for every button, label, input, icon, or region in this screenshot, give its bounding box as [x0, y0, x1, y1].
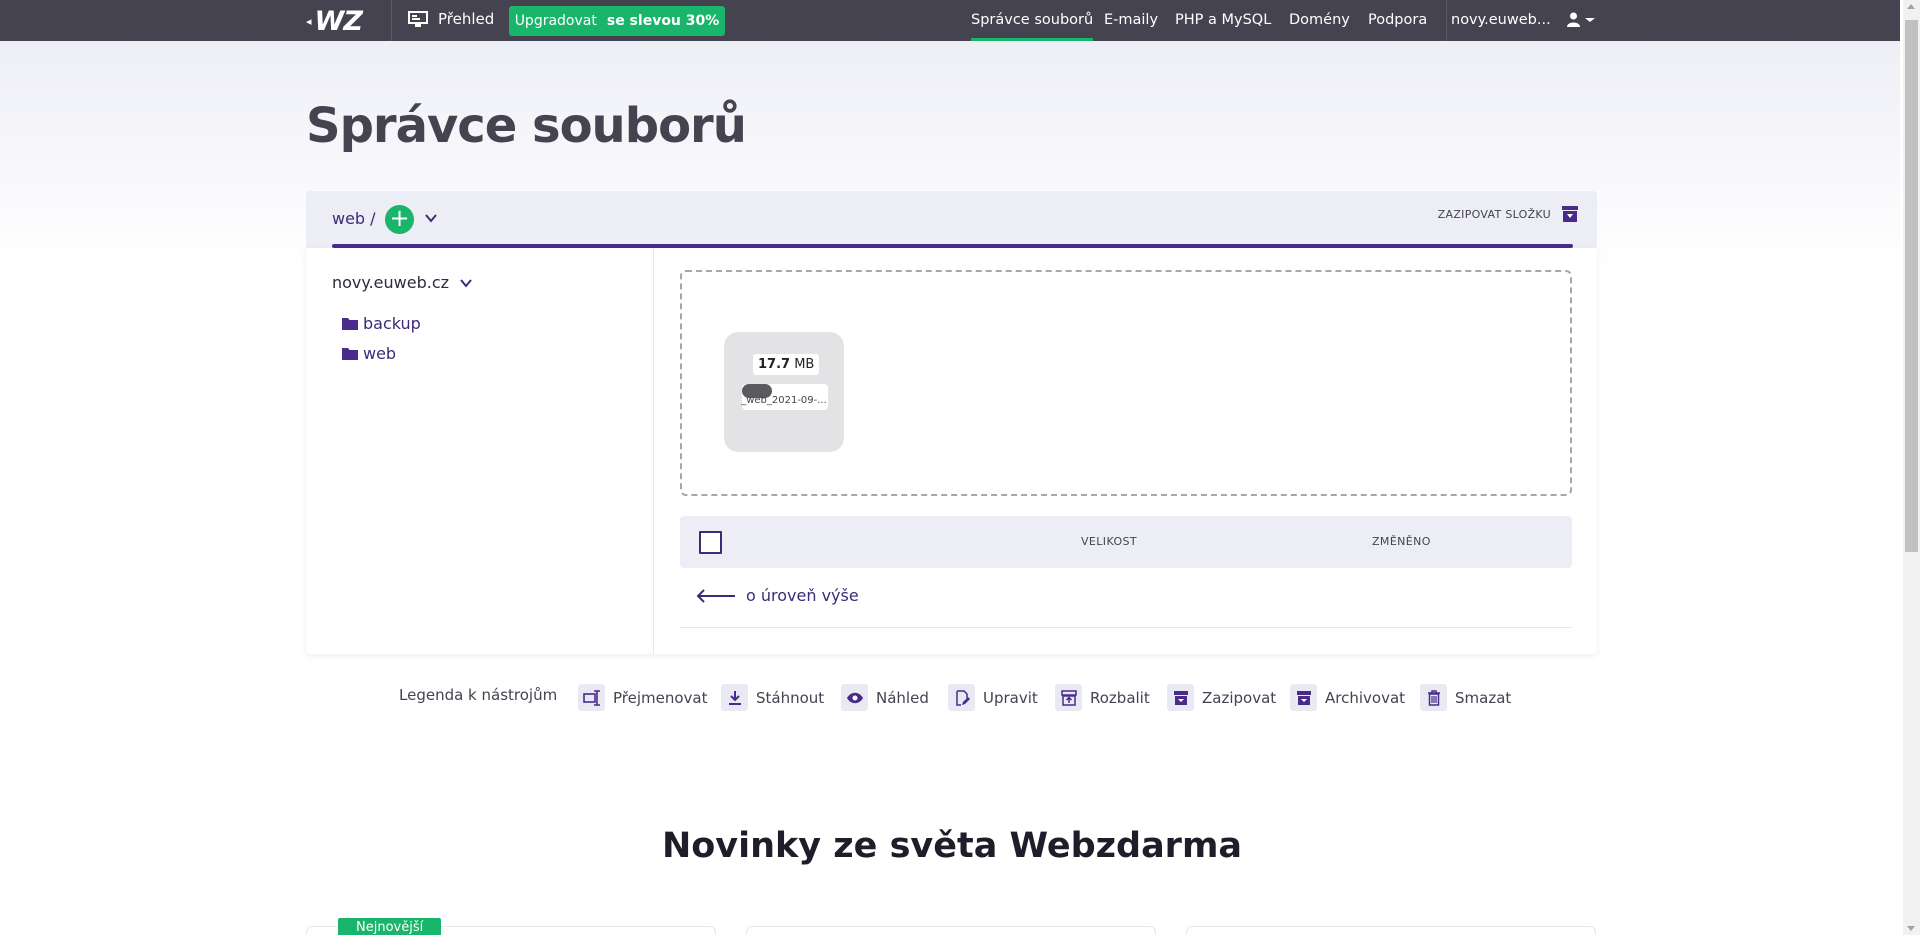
legend-title: Legenda k nástrojům [399, 686, 558, 704]
scroll-down-arrow-icon[interactable] [1907, 926, 1915, 931]
file-size-unit: MB [794, 357, 815, 372]
trash-icon [1420, 684, 1447, 711]
scroll-up-arrow-icon[interactable] [1907, 4, 1915, 9]
file-size: 17.7 MB [753, 354, 820, 375]
zip-folder-label: ZAZIPOVAT SLOŽKU [1437, 207, 1551, 221]
divider [1446, 0, 1447, 41]
legend-archive: Archivovat [1290, 684, 1405, 711]
file-name: _web_2021-09-... [741, 395, 827, 406]
legend-label: Archivovat [1325, 688, 1406, 707]
newest-badge: Nejnovější [338, 918, 442, 935]
legend-edit: Upravit [948, 684, 1038, 711]
overview-label: Přehled [438, 10, 495, 28]
nav-file-manager[interactable]: Správce souborů [971, 0, 1094, 41]
page-title: Správce souborů [306, 98, 747, 154]
breadcrumb[interactable]: web / [332, 209, 376, 228]
rename-icon [578, 684, 605, 711]
up-level-label: o úroveň výše [746, 586, 859, 605]
scrollbar-thumb[interactable] [1905, 20, 1918, 552]
nav-emails[interactable]: E-maily [1104, 0, 1158, 41]
webzdarma-logo[interactable]: ◂ WZ [306, 5, 363, 37]
select-all-checkbox[interactable] [699, 531, 722, 554]
archive-icon [1562, 206, 1578, 222]
user-icon [1567, 12, 1580, 27]
monitor-icon [408, 10, 428, 27]
legend-label: Náhled [876, 688, 929, 707]
legend-label: Upravit [983, 688, 1038, 707]
account-domain[interactable]: novy.euweb... [1451, 0, 1551, 41]
nav-support[interactable]: Podpora [1368, 0, 1427, 41]
news-card[interactable] [746, 926, 1156, 935]
legend-zip: Zazipovat [1167, 684, 1276, 711]
column-modified[interactable]: ZMĚNĚNO [1372, 535, 1431, 548]
file-manager-toolbar: web / + ZAZIPOVAT SLOŽKU [306, 191, 1597, 248]
file-list-header: VELIKOST ZMĚNĚNO [680, 516, 1572, 568]
news-card[interactable] [1186, 926, 1596, 935]
upload-dropzone[interactable]: 17.7 MB _web_2021-09-... [680, 270, 1572, 496]
folder-icon [342, 318, 358, 330]
legend-label: Zazipovat [1202, 688, 1277, 707]
legend-label: Rozbalit [1090, 688, 1150, 707]
divider [391, 0, 392, 41]
logo-text: WZ [314, 5, 363, 37]
upgrade-discount: se slevou 30% [606, 13, 720, 29]
legend-rename: Přejmenovat [578, 684, 708, 711]
add-button[interactable]: + [385, 205, 414, 234]
folder-icon [342, 348, 358, 360]
domain-label: novy.euweb.cz [332, 273, 450, 292]
user-menu[interactable] [1567, 12, 1596, 27]
folder-item-backup[interactable]: backup [342, 314, 421, 333]
nav-domains[interactable]: Domény [1289, 0, 1350, 41]
file-size-value: 17.7 [758, 357, 791, 372]
caret-down-icon [1585, 17, 1595, 22]
folder-label: web [363, 344, 397, 363]
zip-icon [1167, 684, 1194, 711]
arrow-left-icon [696, 588, 735, 603]
legend-download: Stáhnout [721, 684, 824, 711]
back-arrow-icon: ◂ [306, 14, 312, 28]
download-icon [721, 684, 748, 711]
zip-folder-button[interactable]: ZAZIPOVAT SLOŽKU [1438, 205, 1579, 223]
folder-tree: novy.euweb.cz backup web [306, 248, 654, 654]
upgrade-label: Upgradovat [514, 13, 597, 29]
chevron-down-icon[interactable] [424, 211, 438, 225]
domain-selector[interactable]: novy.euweb.cz [332, 273, 473, 292]
folder-label: backup [363, 314, 421, 333]
archive-icon [1290, 684, 1317, 711]
legend-delete: Smazat [1420, 684, 1511, 711]
file-manager-panel: novy.euweb.cz backup web 17.7 MB _web_20… [306, 248, 1597, 654]
legend-unpack: Rozbalit [1055, 684, 1150, 711]
page-scrollbar[interactable] [1903, 0, 1920, 935]
edit-icon [948, 684, 975, 711]
uploading-file-tile: 17.7 MB _web_2021-09-... [724, 332, 844, 452]
chevron-down-icon [460, 278, 472, 288]
nav-php-mysql[interactable]: PHP a MySQL [1175, 0, 1271, 41]
column-size[interactable]: VELIKOST [1081, 535, 1137, 548]
legend-label: Stáhnout [756, 688, 825, 707]
top-navigation-bar: ◂ WZ Přehled Upgradovat se slevou 30% Sp… [0, 0, 1900, 41]
eye-icon [841, 684, 868, 711]
folder-item-web[interactable]: web [342, 344, 396, 363]
upgrade-button[interactable]: Upgradovat se slevou 30% [509, 6, 725, 36]
unpack-icon [1055, 684, 1082, 711]
legend-preview: Náhled [841, 684, 929, 711]
legend-label: Smazat [1455, 688, 1512, 707]
up-level-link[interactable]: o úroveň výše [696, 586, 859, 605]
overview-link[interactable]: Přehled [408, 10, 494, 28]
divider [680, 627, 1572, 628]
news-title: Novinky ze světa Webzdarma [661, 826, 1243, 866]
legend-label: Přejmenovat [613, 688, 708, 707]
